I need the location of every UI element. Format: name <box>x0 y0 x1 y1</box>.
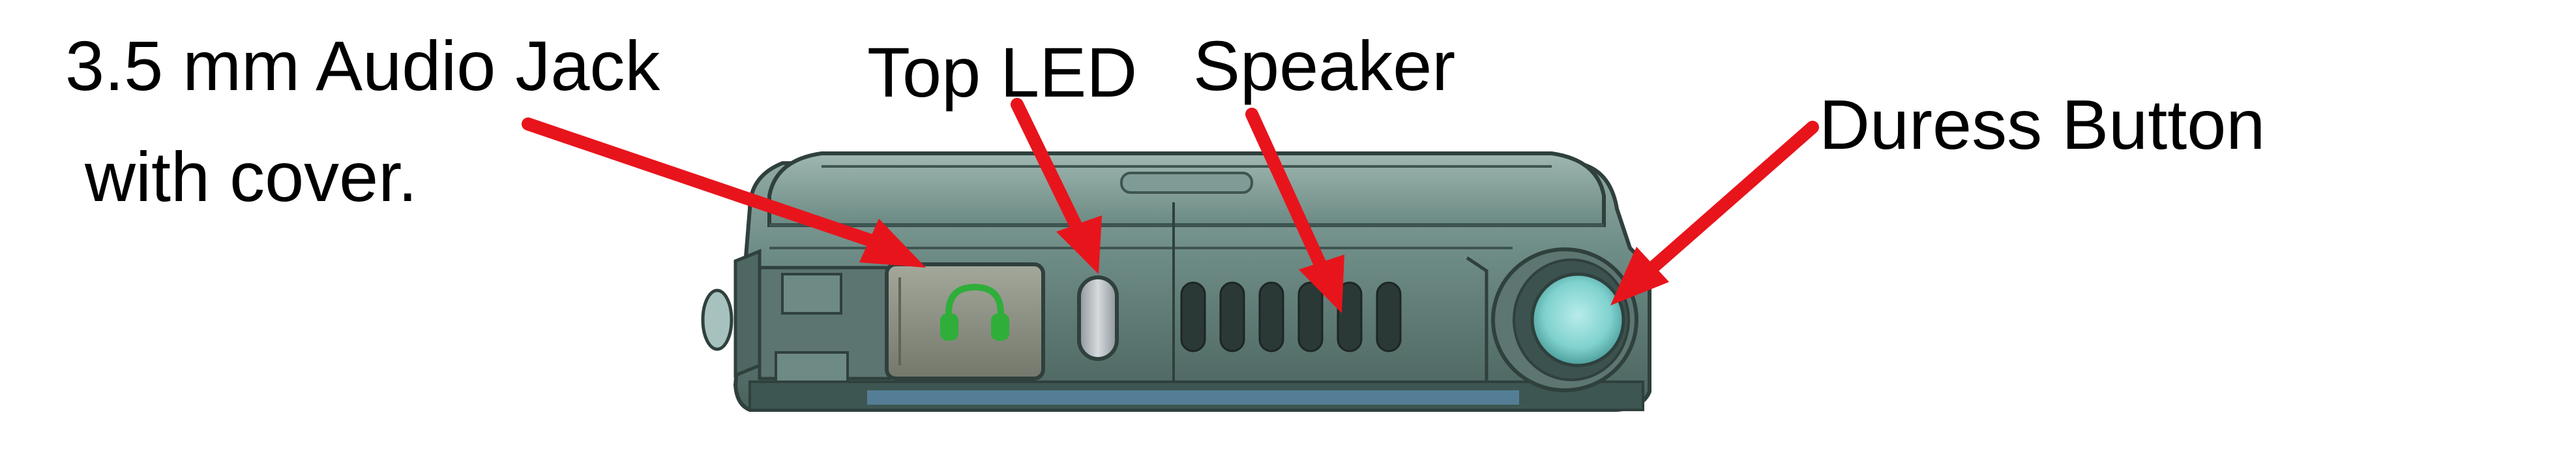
arrow-duress-button <box>1610 121 1819 305</box>
label-speaker: Speaker <box>1193 26 1456 105</box>
clip-bracket <box>733 249 762 378</box>
label-audio-jack-line2: with cover. <box>85 137 418 216</box>
label-top-led: Top LED <box>867 33 1138 112</box>
label-duress-button: Duress Button <box>1819 85 2266 164</box>
top-led <box>1077 275 1119 361</box>
duress-button <box>1491 247 1638 392</box>
audio-jack-cover <box>885 262 1045 381</box>
diagram-canvas: 3.5 mm Audio Jack with cover. Top LED Sp… <box>0 0 2576 451</box>
label-audio-jack-line1: 3.5 mm Audio Jack <box>65 26 660 105</box>
